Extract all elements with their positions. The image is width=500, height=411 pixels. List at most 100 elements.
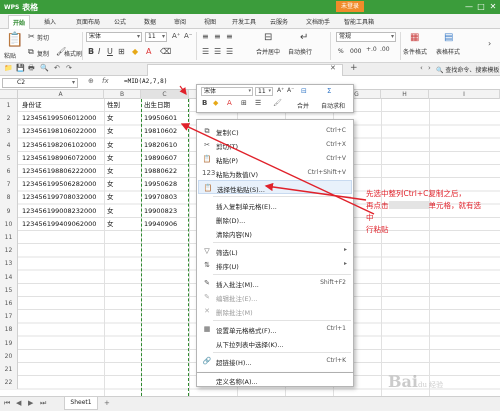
conditional-format-icon[interactable]: ▦ bbox=[410, 32, 419, 43]
menu-item-filter[interactable]: ▽ 筛选(L) ▸ bbox=[198, 244, 352, 258]
header-cell-gender[interactable]: 性别 bbox=[107, 99, 120, 112]
prev-sheet-icon[interactable]: ◀ bbox=[16, 399, 21, 407]
birth-cell[interactable]: 19880622 bbox=[144, 165, 177, 178]
menu-item-paste-values[interactable]: 123 粘贴为数值(V) Ctrl+Shift+V bbox=[198, 166, 352, 180]
tab-smart-tools[interactable]: 智能工具箱 bbox=[344, 17, 374, 26]
select-all-corner[interactable] bbox=[0, 90, 18, 99]
document-tab[interactable] bbox=[147, 64, 343, 76]
birth-cell[interactable]: 19940906 bbox=[144, 218, 177, 231]
mini-merge-icon[interactable]: ⊟ bbox=[301, 87, 307, 95]
mini-shrink-font-icon[interactable]: A⁻ bbox=[287, 87, 294, 94]
close-doc-icon[interactable]: ✕ bbox=[330, 64, 336, 72]
birth-cell[interactable]: 19970803 bbox=[144, 191, 177, 204]
copy-icon[interactable]: ⧉ bbox=[28, 47, 34, 57]
close-button[interactable]: ✕ bbox=[486, 1, 500, 13]
ribbon-more-icon[interactable]: › bbox=[488, 39, 491, 48]
gender-cell[interactable]: 女 bbox=[107, 165, 114, 178]
birth-cell[interactable]: 19890607 bbox=[144, 152, 177, 165]
mini-grow-font-icon[interactable]: A⁺ bbox=[277, 87, 284, 94]
zoom-icon[interactable]: ⊕ bbox=[88, 77, 94, 85]
menu-item-sort[interactable]: ⇅ 排序(U) ▸ bbox=[198, 258, 352, 272]
birth-cell[interactable]: 19950601 bbox=[144, 112, 177, 125]
column-header-h[interactable]: H bbox=[381, 90, 429, 99]
align-center-icon[interactable]: ☰ bbox=[214, 47, 221, 56]
paste-icon[interactable]: 📋 bbox=[6, 32, 23, 48]
menu-item-insert-comment[interactable]: ✎ 插入批注(M)... Shift+F2 bbox=[198, 276, 352, 290]
bold-icon[interactable]: B bbox=[88, 47, 94, 56]
row-header[interactable]: 4 bbox=[0, 138, 18, 152]
print-preview-icon[interactable]: 🔍 bbox=[40, 64, 49, 72]
gender-cell[interactable]: 女 bbox=[107, 112, 114, 125]
menu-item-cut[interactable]: ✂ 剪切(T) Ctrl+X bbox=[198, 138, 352, 152]
new-tab-icon[interactable]: + bbox=[350, 63, 358, 73]
cut-icon[interactable]: ✂ bbox=[28, 32, 35, 41]
row-header[interactable]: 1 bbox=[0, 99, 18, 113]
align-bottom-icon[interactable]: ≡ bbox=[226, 32, 233, 41]
nav-right-icon[interactable]: › bbox=[428, 64, 431, 72]
nav-left-icon[interactable]: ‹ bbox=[420, 64, 423, 72]
folder-icon[interactable]: 📁 bbox=[4, 64, 13, 72]
align-right-icon[interactable]: ☰ bbox=[226, 47, 233, 56]
number-format-select[interactable]: 常规 bbox=[336, 32, 396, 42]
menu-item-hyperlink[interactable]: 🔗 超链接(H)... Ctrl+K bbox=[198, 354, 352, 368]
id-cell[interactable]: 123456198806222000 bbox=[22, 165, 96, 178]
row-header[interactable]: 15 bbox=[0, 283, 18, 297]
next-sheet-icon[interactable]: ▶ bbox=[28, 399, 33, 407]
font-name-select[interactable]: 宋体 bbox=[86, 32, 142, 42]
row-header[interactable]: 2 bbox=[0, 112, 18, 126]
paste-button[interactable]: 粘贴 bbox=[4, 51, 16, 60]
cut-button[interactable]: 剪切 bbox=[37, 33, 49, 42]
gender-cell[interactable]: 女 bbox=[107, 191, 114, 204]
row-header[interactable]: 6 bbox=[0, 165, 18, 179]
thousand-sep-button[interactable]: 000 bbox=[350, 48, 361, 55]
row-header[interactable]: 12 bbox=[0, 244, 18, 258]
fill-color-icon[interactable]: ◆ bbox=[132, 47, 138, 56]
column-header-i[interactable]: I bbox=[429, 90, 500, 99]
mini-size-select[interactable]: 11 bbox=[255, 87, 273, 96]
birth-cell[interactable]: 19950628 bbox=[144, 178, 177, 191]
merge-center-icon[interactable]: ⊟ bbox=[264, 32, 272, 43]
birth-cell[interactable]: 19900823 bbox=[144, 205, 177, 218]
column-header-c[interactable]: C bbox=[141, 90, 189, 99]
row-header[interactable]: 9 bbox=[0, 204, 18, 218]
command-search[interactable]: 🔍 查找命令、搜索模板 bbox=[436, 65, 499, 74]
formula-input[interactable]: =MID(A2,7,8) bbox=[124, 78, 167, 85]
mini-bold-icon[interactable]: B bbox=[202, 99, 207, 107]
birth-cell[interactable]: 19810602 bbox=[144, 125, 177, 138]
tab-developer[interactable]: 开发工具 bbox=[232, 17, 256, 26]
border-icon[interactable]: ⊞ bbox=[118, 47, 125, 56]
merge-center-button[interactable]: 合并居中 bbox=[256, 47, 280, 56]
align-middle-icon[interactable]: ≡ bbox=[214, 32, 221, 41]
menu-item-clear[interactable]: 清除内容(N) bbox=[198, 226, 352, 240]
header-cell-birth[interactable]: 出生日期 bbox=[144, 99, 170, 112]
gender-cell[interactable]: 女 bbox=[107, 125, 114, 138]
font-color-icon[interactable]: A bbox=[146, 47, 151, 56]
row-header[interactable]: 17 bbox=[0, 310, 18, 324]
mini-autosum-icon[interactable]: Σ bbox=[327, 87, 331, 95]
clear-format-icon[interactable]: ⌫ bbox=[160, 47, 171, 56]
row-header[interactable]: 10 bbox=[0, 217, 18, 231]
gender-cell[interactable]: 女 bbox=[107, 205, 114, 218]
align-left-icon[interactable]: ☰ bbox=[202, 47, 209, 56]
font-size-select[interactable]: 11 bbox=[145, 32, 167, 42]
login-button[interactable]: 未登录 bbox=[336, 1, 364, 12]
gender-cell[interactable]: 女 bbox=[107, 178, 114, 191]
id-cell[interactable]: 123456199708032000 bbox=[22, 191, 96, 204]
decrease-decimal-icon[interactable]: .00 bbox=[380, 46, 390, 53]
column-header-b[interactable]: B bbox=[104, 90, 141, 99]
column-header-a[interactable]: A bbox=[18, 90, 104, 99]
id-cell[interactable]: 123456198106022000 bbox=[22, 125, 96, 138]
id-cell[interactable]: 123456198206102000 bbox=[22, 139, 96, 152]
italic-icon[interactable]: I bbox=[98, 47, 100, 56]
row-header[interactable]: 21 bbox=[0, 363, 18, 377]
undo-icon[interactable]: ↶ bbox=[54, 64, 60, 72]
row-header[interactable]: 11 bbox=[0, 231, 18, 245]
format-painter-button[interactable]: 格式刷 bbox=[64, 49, 82, 58]
id-cell[interactable]: 123456199409062000 bbox=[22, 218, 96, 231]
row-header[interactable]: 20 bbox=[0, 349, 18, 363]
mini-border-icon[interactable]: ⊞ bbox=[241, 99, 247, 107]
row-header[interactable]: 18 bbox=[0, 323, 18, 337]
tab-cloud[interactable]: 云服务 bbox=[270, 17, 288, 26]
mini-autosum-label[interactable]: 自动求和 bbox=[321, 101, 345, 110]
tab-page-layout[interactable]: 页面布局 bbox=[76, 17, 100, 26]
